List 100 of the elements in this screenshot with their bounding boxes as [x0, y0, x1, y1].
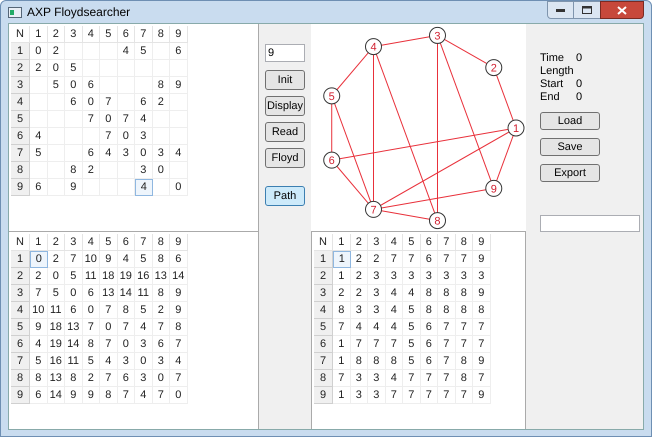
table-cell: 8 — [456, 285, 473, 302]
table-cell: 9 — [30, 319, 48, 336]
table-cell: 4 — [100, 353, 118, 370]
table-cell: 7 — [420, 387, 438, 404]
table-cell: 11 — [48, 302, 65, 319]
table-cell: 3 — [118, 353, 135, 370]
file-button[interactable]: Export — [540, 164, 600, 182]
table-cell: 0 — [135, 145, 152, 162]
column-header: 2 — [48, 234, 65, 251]
table-cell: 7 — [438, 336, 456, 353]
table-cell: 3 — [135, 370, 152, 387]
table-cell: 4 — [30, 336, 48, 353]
table-cell: 19 — [118, 268, 135, 285]
table-cell: 3 — [135, 336, 152, 353]
maximize-button[interactable] — [574, 1, 600, 19]
table-cell: 0 — [135, 353, 152, 370]
window-title: AXP Floydsearcher — [27, 4, 130, 21]
row-header: 4 — [11, 94, 30, 111]
column-header: 4 — [82, 26, 100, 43]
table-cell: 9 — [65, 387, 82, 404]
table-cell: 2 — [350, 285, 368, 302]
table-cell: 7 — [30, 285, 48, 302]
table-cell: 5 — [135, 302, 152, 319]
row-header: 5 — [11, 319, 30, 336]
table-cell: 4 — [135, 179, 152, 196]
table-cell: 3 — [368, 285, 386, 302]
table-cell: 11 — [65, 353, 82, 370]
table-cell: 3 — [368, 387, 386, 404]
info-label: Length — [540, 64, 575, 76]
table-cell: 16 — [48, 353, 65, 370]
table-cell: 5 — [403, 302, 420, 319]
table-cell: 7 — [438, 387, 456, 404]
minimize-button[interactable] — [547, 1, 574, 19]
table-cell: 4 — [350, 319, 368, 336]
table-cell: 2 — [30, 60, 48, 77]
table-cell: 14 — [118, 285, 135, 302]
table-cell: 4 — [30, 128, 48, 145]
file-button[interactable]: Save — [540, 138, 600, 156]
table-cell: 7 — [152, 319, 170, 336]
table-cell: 4 — [386, 370, 403, 387]
table-cell: 4 — [403, 285, 420, 302]
column-header: 8 — [152, 26, 170, 43]
table-cell: 16 — [135, 268, 152, 285]
row-header: 7 — [11, 145, 30, 162]
table-cell: 5 — [65, 60, 82, 77]
table-cell: 8 — [368, 353, 386, 370]
table-cell: 8 — [386, 353, 403, 370]
table-cell: 18 — [100, 268, 118, 285]
column-header: 7 — [135, 234, 152, 251]
table-cell: 5 — [30, 145, 48, 162]
row-header: 6 — [11, 336, 30, 353]
file-button[interactable]: Load — [540, 112, 600, 130]
action-button[interactable]: Read — [265, 122, 305, 142]
table-cell: 0 — [100, 111, 118, 128]
row-header: 4 — [11, 302, 30, 319]
table-cell: 3 — [350, 302, 368, 319]
table-cell: 8 — [333, 302, 350, 319]
table-cell: 7 — [386, 387, 403, 404]
table-cell: 2 — [333, 285, 350, 302]
graph-node: 9 — [485, 180, 502, 197]
table-cell: 8 — [350, 353, 368, 370]
table-cell: 1 — [333, 268, 350, 285]
close-button[interactable] — [600, 1, 644, 19]
table-cell: 3 — [403, 268, 420, 285]
row-header: 8 — [11, 370, 30, 387]
row-header: 9 — [11, 387, 30, 404]
table-cell: 7 — [170, 336, 188, 353]
table-cell: 8 — [420, 302, 438, 319]
table-cell: 10 — [82, 251, 100, 268]
table-cell: 5 — [403, 319, 420, 336]
action-button[interactable]: Floyd — [265, 148, 305, 168]
table-cell: 7 — [100, 94, 118, 111]
table-cell: 6 — [118, 370, 135, 387]
node-count-field[interactable]: 9 — [265, 44, 305, 62]
table-cell: 6 — [170, 251, 188, 268]
action-button[interactable]: Init — [265, 70, 305, 90]
table-cell: 3 — [386, 268, 403, 285]
close-icon — [617, 6, 627, 14]
table-cell: 8 — [456, 353, 473, 370]
table-cell: 4 — [368, 319, 386, 336]
table-cell: 8 — [118, 302, 135, 319]
table-cell: 4 — [118, 43, 135, 60]
action-button[interactable]: Path — [265, 186, 305, 206]
action-button[interactable]: Display — [265, 96, 305, 116]
table-cell: 8 — [473, 302, 490, 319]
table-cell: 3 — [420, 268, 438, 285]
table-cell: 1 — [333, 387, 350, 404]
row-header: 1 — [11, 251, 30, 268]
table-cell: 9 — [65, 179, 82, 196]
info-value: 0 — [576, 90, 584, 102]
table-cell: 7 — [438, 319, 456, 336]
text-field[interactable] — [540, 215, 640, 232]
table-cell: 9 — [170, 77, 188, 94]
table-cell: 2 — [48, 251, 65, 268]
table-cell: 2 — [368, 251, 386, 268]
table-cell: 5 — [65, 268, 82, 285]
table-cell: 6 — [420, 251, 438, 268]
table-cell: 7 — [118, 111, 135, 128]
table-cell: 7 — [403, 387, 420, 404]
table-cell: 0 — [65, 77, 82, 94]
